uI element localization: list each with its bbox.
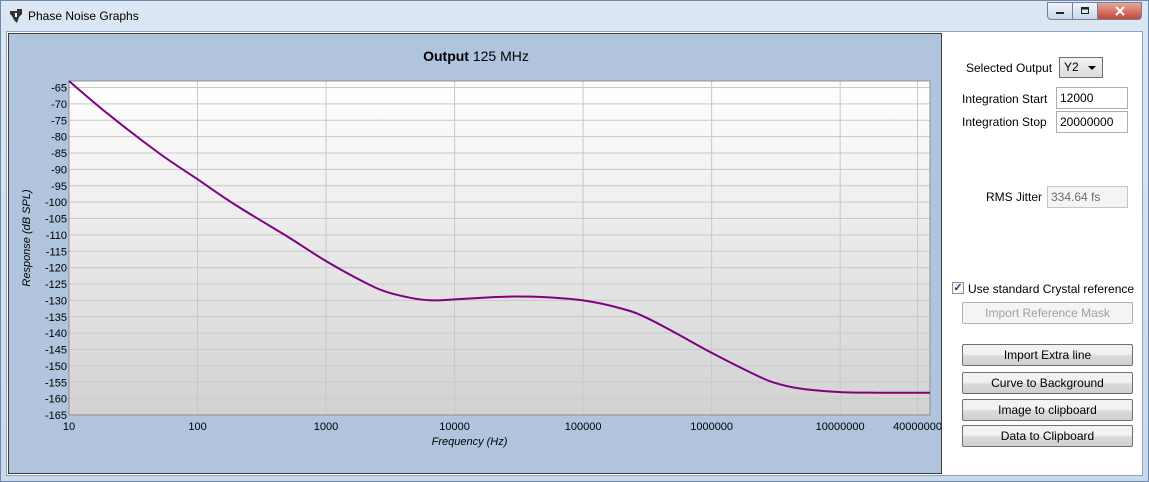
maximize-button[interactable] [1073,2,1098,20]
x-tick-label: 1000 [314,421,338,433]
y-tick-label: -145 [45,345,67,357]
import-reference-mask-button[interactable]: Import Reference Mask [962,302,1133,324]
window-controls [1047,2,1142,22]
maximize-icon [1081,7,1089,14]
y-tick-label: -95 [51,181,67,193]
title-bar[interactable]: Phase Noise Graphs [1,1,1148,31]
data-to-clipboard-button[interactable]: Data to Clipboard [962,425,1133,447]
chevron-down-icon [1088,66,1096,70]
integration-start-label: Integration Start [962,92,1048,106]
close-button[interactable] [1098,2,1142,20]
y-tick-label: -120 [45,263,67,275]
y-tick-label: -160 [45,394,67,406]
import-extra-line-button[interactable]: Import Extra line [962,344,1133,366]
minimize-button[interactable] [1047,2,1073,20]
y-tick-label: -75 [51,115,67,127]
y-tick-label: -115 [46,246,67,258]
use-crystal-checkbox[interactable]: ✓ [952,282,964,294]
y-tick-label: -105 [45,214,67,226]
window-title: Phase Noise Graphs [28,9,139,23]
y-tick-label: -130 [45,295,67,307]
close-icon [1114,6,1125,16]
selected-output-select[interactable]: Y2 [1059,57,1103,78]
y-tick-label: -125 [45,279,67,291]
y-tick-label: -70 [51,99,67,111]
x-tick-label: 100 [188,421,206,433]
x-tick-label: 100000 [565,421,602,433]
integration-start-input[interactable]: 12000 [1056,87,1128,109]
client-area: Output 125 MHz -65 -70 -75 -80 -85 -90 -95 -100… [6,31,1143,476]
image-to-clipboard-button[interactable]: Image to clipboard [962,399,1133,421]
curve-to-background-button[interactable]: Curve to Background [962,372,1133,394]
x-tick-label: 1000000 [690,421,733,433]
chart-panel: Output 125 MHz -65 -70 -75 -80 -85 -90 -95 -100… [8,33,942,474]
rms-jitter-label: RMS Jitter [986,190,1043,204]
y-tick-label: -100 [45,197,67,209]
selected-output-label: Selected Output [966,61,1053,75]
y-axis-label: Response (dB SPL) [21,189,33,287]
plot-area [69,81,930,415]
integration-stop-input[interactable]: 20000000 [1056,111,1128,133]
integration-stop-label: Integration Stop [962,115,1047,129]
phase-noise-plot[interactable]: -65 -70 -75 -80 -85 -90 -95 -100 -105 -110 -115 -12… [9,34,941,473]
use-crystal-label[interactable]: Use standard Crystal reference [968,282,1134,296]
y-tick-label: -80 [51,132,67,144]
minimize-icon [1056,12,1064,14]
control-sidebar: Selected Output Y2 Integration Start 120… [943,32,1142,475]
y-tick-label: -85 [51,148,67,160]
texas-instruments-logo-icon [10,9,22,23]
x-tick-label: 10000000 [816,421,865,433]
y-tick-label: -110 [46,230,67,242]
phase-noise-window: Phase Noise Graphs Output 125 MHz -65 -7… [0,0,1149,482]
y-tick-label: -65 [51,83,67,95]
x-tick-label: 40000000 [893,421,941,433]
selected-output-value: Y2 [1064,60,1079,74]
rms-jitter-field: 334.64 fs [1047,186,1128,208]
x-tick-label: 10000 [439,421,470,433]
x-axis-label: Frequency (Hz) [432,436,508,448]
y-tick-label: -150 [45,361,67,373]
y-tick-label: -140 [45,328,67,340]
x-tick-label: 10 [63,421,75,433]
y-tick-label: -90 [51,164,67,176]
y-tick-label: -155 [45,377,67,389]
y-tick-label: -135 [45,312,67,324]
